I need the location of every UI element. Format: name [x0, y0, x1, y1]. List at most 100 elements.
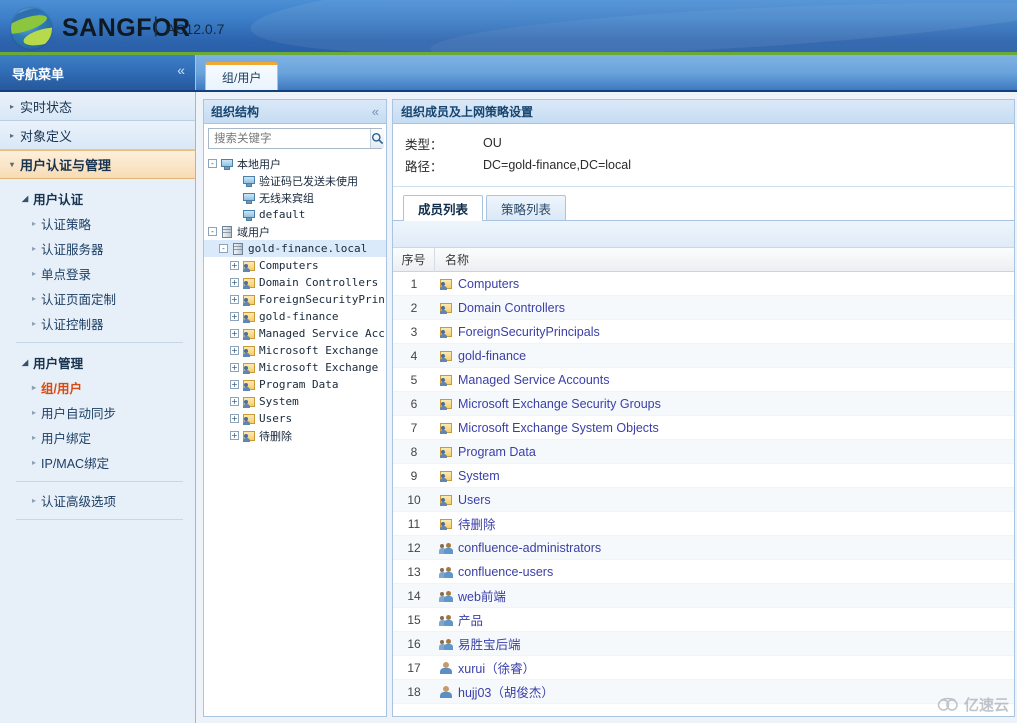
- sidebar-group-label: 对象定义: [20, 128, 73, 144]
- table-row[interactable]: 1 Computers: [393, 272, 1014, 296]
- member-link[interactable]: Computers: [458, 277, 519, 291]
- search-button[interactable]: [370, 129, 384, 148]
- ou-icon: [242, 378, 256, 392]
- member-link[interactable]: Microsoft Exchange System Objects: [458, 421, 659, 435]
- table-row[interactable]: 11 待删除: [393, 512, 1014, 536]
- table-row[interactable]: 8 Program Data: [393, 440, 1014, 464]
- tree-node[interactable]: 无线来宾组: [204, 189, 386, 206]
- table-toolbar[interactable]: [393, 221, 1014, 248]
- tree-node[interactable]: - gold-finance.local: [204, 240, 386, 257]
- tree-expand-icon[interactable]: +: [230, 278, 239, 287]
- tree-expand-icon[interactable]: +: [230, 312, 239, 321]
- member-link[interactable]: Microsoft Exchange Security Groups: [458, 397, 661, 411]
- member-link[interactable]: confluence-users: [458, 565, 553, 579]
- member-link[interactable]: 产品: [458, 610, 483, 629]
- tree-expand-icon[interactable]: +: [230, 329, 239, 338]
- sidebar-item-auth-controller[interactable]: ▸ 认证控制器: [0, 311, 195, 336]
- table-row[interactable]: 3 ForeignSecurityPrincipals: [393, 320, 1014, 344]
- member-link[interactable]: 易胜宝后端: [458, 634, 521, 653]
- tree-expand-icon[interactable]: +: [230, 346, 239, 355]
- org-panel-collapse-icon[interactable]: «: [372, 105, 379, 118]
- member-link[interactable]: Managed Service Accounts: [458, 373, 609, 387]
- nav-collapse-icon[interactable]: «: [177, 63, 185, 77]
- sidebar-item-single-sign-on[interactable]: ▸ 单点登录: [0, 261, 195, 286]
- tree-collapse-icon[interactable]: -: [219, 244, 228, 253]
- tree-expand-icon[interactable]: +: [230, 380, 239, 389]
- table-row[interactable]: 2 Domain Controllers: [393, 296, 1014, 320]
- tree-collapse-icon[interactable]: -: [208, 159, 217, 168]
- tree-node[interactable]: + Managed Service Accounts: [204, 325, 386, 342]
- tree-expand-icon[interactable]: +: [230, 397, 239, 406]
- sidebar-item-auth-page-customization[interactable]: ▸ 认证页面定制: [0, 286, 195, 311]
- tree-node[interactable]: + System: [204, 393, 386, 410]
- sidebar-group-object-definition[interactable]: ▸ 对象定义: [0, 121, 195, 150]
- table-row[interactable]: 5 Managed Service Accounts: [393, 368, 1014, 392]
- tree-node[interactable]: - 域用户: [204, 223, 386, 240]
- tree-node[interactable]: + 待删除: [204, 427, 386, 444]
- sidebar-item-auth-policy[interactable]: ▸ 认证策略: [0, 211, 195, 236]
- tree-expand-icon[interactable]: +: [230, 363, 239, 372]
- tree-node[interactable]: + Users: [204, 410, 386, 427]
- server-icon: [231, 242, 245, 256]
- tab-group-user[interactable]: 组/用户: [205, 62, 279, 90]
- member-link[interactable]: 待删除: [458, 514, 496, 533]
- sidebar-item-group-user[interactable]: ▸ 组/用户: [0, 375, 195, 400]
- member-link[interactable]: Domain Controllers: [458, 301, 565, 315]
- chevron-right-icon: ▸: [32, 294, 37, 303]
- tree-node[interactable]: + ForeignSecurityPrincipals: [204, 291, 386, 308]
- sidebar-item-auth-server[interactable]: ▸ 认证服务器: [0, 236, 195, 261]
- org-tree[interactable]: - 本地用户 验证码已发送未使用 无线来宾组 default - 域用户 - gold-fina…: [204, 152, 386, 716]
- table-cell-name: 待删除: [435, 514, 496, 533]
- tab-policy-list[interactable]: 策略列表: [486, 195, 567, 220]
- org-structure-title: 组织结构: [211, 105, 260, 119]
- tree-node[interactable]: + Program Data: [204, 376, 386, 393]
- tree-collapse-icon[interactable]: -: [208, 227, 217, 236]
- tree-node[interactable]: + gold-finance: [204, 308, 386, 325]
- member-link[interactable]: System: [458, 469, 500, 483]
- tree-node[interactable]: + Microsoft Exchange System Objects: [204, 359, 386, 376]
- sidebar-section-user-auth[interactable]: ◢ 用户认证: [0, 185, 195, 211]
- tree-expand-icon[interactable]: +: [230, 414, 239, 423]
- tree-node[interactable]: - 本地用户: [204, 155, 386, 172]
- table-row[interactable]: 15 产品: [393, 608, 1014, 632]
- tree-node[interactable]: default: [204, 206, 386, 223]
- member-link[interactable]: confluence-administrators: [458, 541, 601, 555]
- tree-node[interactable]: + Domain Controllers: [204, 274, 386, 291]
- member-link[interactable]: web前端: [458, 586, 506, 605]
- table-row[interactable]: 16 易胜宝后端: [393, 632, 1014, 656]
- table-row[interactable]: 6 Microsoft Exchange Security Groups: [393, 392, 1014, 416]
- tree-node-label: default: [259, 208, 306, 221]
- table-row[interactable]: 18 hujj03（胡俊杰）: [393, 680, 1014, 704]
- tree-expand-icon[interactable]: +: [230, 431, 239, 440]
- member-link[interactable]: xurui（徐睿）: [458, 658, 535, 677]
- tab-member-list[interactable]: 成员列表: [403, 195, 484, 221]
- tree-expand-icon[interactable]: +: [230, 261, 239, 270]
- member-link[interactable]: ForeignSecurityPrincipals: [458, 325, 600, 339]
- table-row[interactable]: 13 confluence-users: [393, 560, 1014, 584]
- table-row[interactable]: 9 System: [393, 464, 1014, 488]
- table-row[interactable]: 7 Microsoft Exchange System Objects: [393, 416, 1014, 440]
- sidebar-group-realtime-status[interactable]: ▸ 实时状态: [0, 92, 195, 121]
- member-link[interactable]: Users: [458, 493, 491, 507]
- sidebar-item-auth-advanced-options[interactable]: ▸ 认证高级选项: [0, 488, 195, 513]
- tree-node[interactable]: + Computers: [204, 257, 386, 274]
- table-row[interactable]: 12 confluence-administrators: [393, 536, 1014, 560]
- table-row[interactable]: 17 xurui（徐睿）: [393, 656, 1014, 680]
- tree-node[interactable]: 验证码已发送未使用: [204, 172, 386, 189]
- chevron-right-icon: ▸: [10, 101, 15, 111]
- sidebar-item-ip-mac-binding[interactable]: ▸ IP/MAC绑定: [0, 450, 195, 475]
- org-search-input[interactable]: [209, 129, 370, 148]
- sidebar-group-user-auth-management[interactable]: ▾ 用户认证与管理: [0, 150, 195, 179]
- member-link[interactable]: Program Data: [458, 445, 536, 459]
- table-row[interactable]: 4 gold-finance: [393, 344, 1014, 368]
- tree-node[interactable]: + Microsoft Exchange Security Groups: [204, 342, 386, 359]
- ou-icon: [439, 349, 453, 363]
- member-link[interactable]: gold-finance: [458, 349, 526, 363]
- sidebar-item-user-binding[interactable]: ▸ 用户绑定: [0, 425, 195, 450]
- tree-expand-icon[interactable]: +: [230, 295, 239, 304]
- member-link[interactable]: hujj03（胡俊杰）: [458, 682, 554, 701]
- sidebar-section-user-management[interactable]: ◢ 用户管理: [0, 349, 195, 375]
- table-row[interactable]: 10 Users: [393, 488, 1014, 512]
- sidebar-item-user-auto-sync[interactable]: ▸ 用户自动同步: [0, 400, 195, 425]
- table-row[interactable]: 14 web前端: [393, 584, 1014, 608]
